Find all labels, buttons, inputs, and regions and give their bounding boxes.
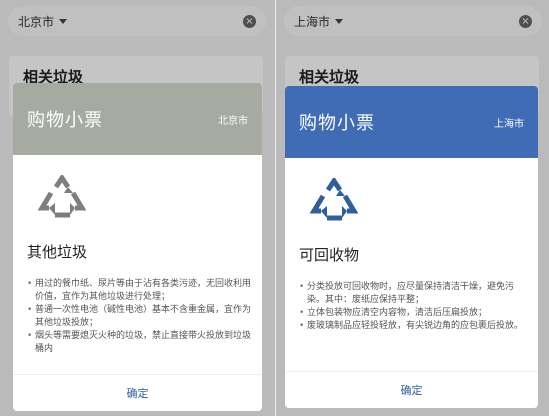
category-name: 可回收物	[299, 246, 360, 264]
category-name: 其他垃圾	[27, 243, 88, 261]
tip-item: 立体包装物应清空内容物，清洁后压扁投放；	[299, 307, 524, 320]
tip-item: 废玻璃制品应轻投轻放，有尖锐边角的应包裹后投放。	[299, 320, 524, 333]
modal-city: 北京市	[218, 115, 248, 127]
result-modal: 购物小票 上海市 可回收物 分类投放可回收物时，应尽量保持清洁干燥，避免污染。其…	[285, 86, 538, 408]
right-screen: 上海市 × 相关垃圾 购物小票 上海市 可回收物 • 分类投放可回收物时，应尽量…	[276, 0, 549, 416]
modal-title: 购物小票	[299, 113, 375, 134]
confirm-button[interactable]: 确定	[13, 374, 262, 411]
confirm-button[interactable]: 确定	[285, 371, 538, 408]
recycle-symbol-icon	[37, 173, 87, 218]
tip-item: 分类投放可回收物时，应尽量保持清洁干燥，避免污染。其中：废纸应保持平整；	[299, 281, 524, 307]
modal-header: 购物小票 北京市	[13, 83, 262, 155]
left-screen: 北京市 × 相关垃圾 购物小票 北京市 其他垃圾 • 用过的餐巾纸、尿片等由于沾…	[0, 0, 275, 416]
modal-title: 购物小票	[27, 110, 103, 131]
recycle-symbol-icon	[309, 176, 359, 221]
modal-city: 上海市	[494, 118, 524, 130]
result-modal: 购物小票 北京市 其他垃圾 用过的餐巾纸、尿片等由于沾有各类污迹，无回收利用价值…	[13, 83, 262, 411]
tips-list: 用过的餐巾纸、尿片等由于沾有各类污迹，无回收利用价值，宜作为其他垃圾进行处理； …	[27, 278, 252, 356]
tip-item: 用过的餐巾纸、尿片等由于沾有各类污迹，无回收利用价值，宜作为其他垃圾进行处理；	[27, 278, 252, 304]
tip-item: 烟头等需要熄灭火种的垃圾，禁止直接带火投放到垃圾桶内	[27, 330, 252, 356]
tips-list: 分类投放可回收物时，应尽量保持清洁干燥，避免污染。其中：废纸应保持平整； 立体包…	[299, 281, 524, 333]
modal-header: 购物小票 上海市	[285, 86, 538, 158]
tip-item: 普通一次性电池（碱性电池）基本不含重金属，宜作为其他垃圾投放；	[27, 304, 252, 330]
